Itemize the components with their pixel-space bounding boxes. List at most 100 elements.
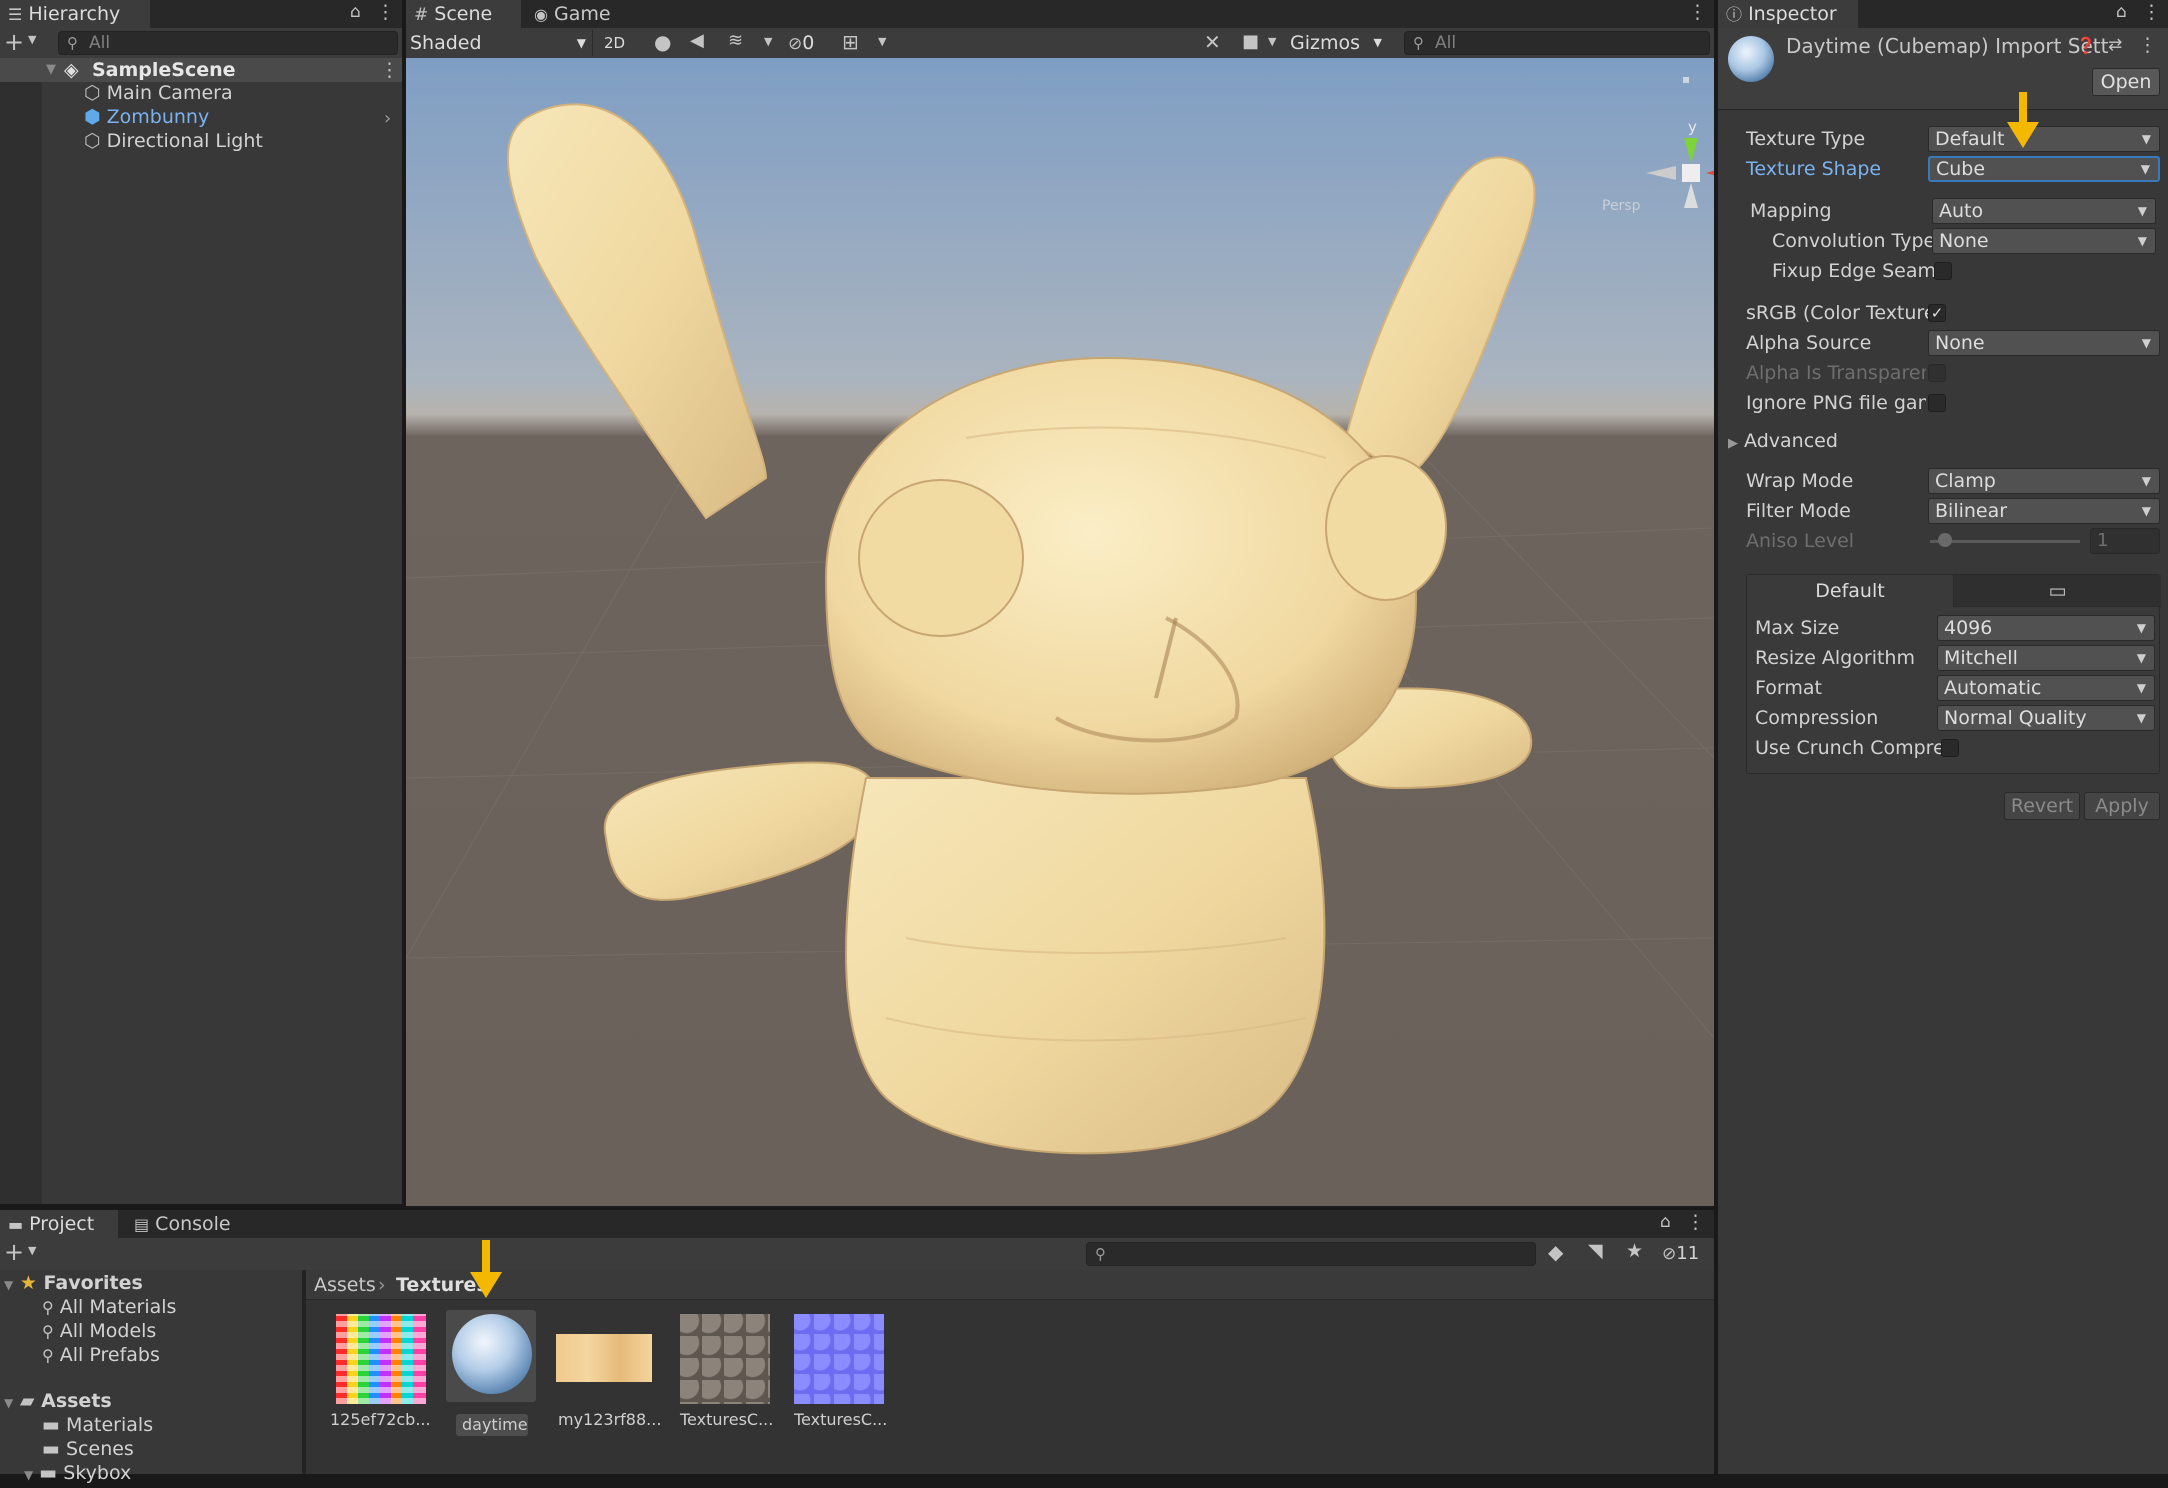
chevron-down-icon[interactable]: ▼ (1268, 35, 1276, 48)
wrap-mode-dropdown[interactable]: Clamp ▼ (1928, 468, 2160, 494)
audio-icon[interactable]: ◀ (690, 30, 704, 51)
favorites-foldout[interactable]: ▼ ★ Favorites (4, 1270, 143, 1296)
project-search-input[interactable]: ⚲ (1086, 1242, 1536, 1266)
more-options-icon[interactable]: ⋮ (1688, 1, 1707, 23)
tab-console[interactable]: ▤ Console (126, 1210, 256, 1238)
lock-icon[interactable]: ⌂ (2116, 2, 2127, 22)
tab-inspector[interactable]: ⓘ Inspector (1718, 0, 1858, 28)
alpha-source-dropdown[interactable]: None ▼ (1928, 330, 2160, 356)
texture-type-dropdown[interactable]: Default ▼ (1928, 126, 2160, 152)
resize-algorithm-dropdown[interactable]: Mitchell ▼ (1937, 645, 2155, 671)
search-by-type-icon[interactable]: ◆ (1548, 1240, 1563, 1264)
gameobject-cube-icon: ⬡ (84, 82, 101, 104)
alpha-is-transparency-checkbox[interactable] (1928, 364, 1946, 382)
compression-dropdown[interactable]: Normal Quality ▼ (1937, 705, 2155, 731)
convolution-type-dropdown[interactable]: None ▼ (1932, 228, 2156, 254)
apply-button[interactable]: Apply (2084, 792, 2160, 820)
gizmos-dropdown[interactable]: Gizmos ▼ (1290, 30, 1384, 56)
scene-search-input[interactable]: ⚲ All (1404, 31, 1710, 55)
hierarchy-tabbar: ☰ Hierarchy ⌂ ⋮ (0, 0, 402, 28)
chevron-down-icon[interactable]: ▼ (764, 35, 772, 48)
lock-icon[interactable]: ⌂ (350, 2, 361, 22)
hidden-objects-toggle[interactable]: ⊘0 (788, 30, 814, 56)
camera-icon[interactable]: ■ (1242, 31, 1259, 52)
chevron-down-icon[interactable]: ▼ (28, 1244, 36, 1257)
aniso-level-field[interactable]: 1 (2090, 528, 2160, 554)
tab-hierarchy[interactable]: ☰ Hierarchy (0, 0, 150, 28)
breadcrumb-assets[interactable]: Assets (314, 1272, 376, 1298)
more-options-icon[interactable]: ⋮ (2138, 34, 2157, 56)
favorite-item-all-prefabs[interactable]: ⚲ All Prefabs (42, 1342, 160, 1368)
eye-slash-icon: ⊘ (788, 34, 803, 54)
assets-foldout[interactable]: ▼ ▰ Assets (4, 1388, 112, 1414)
use-crunch-checkbox[interactable] (1941, 739, 1959, 757)
hierarchy-item-directional-light[interactable]: ⬡ Directional Light (84, 128, 263, 154)
lighting-bulb-icon[interactable]: ● (654, 30, 671, 54)
resize-algorithm-label: Resize Algorithm (1755, 647, 1915, 669)
hierarchy-item-zombunny[interactable]: ⬢ Zombunny (84, 104, 209, 130)
asset-tile[interactable]: 125ef72cb... (326, 1314, 431, 1434)
orientation-gizmo[interactable]: y x (1646, 118, 1714, 238)
favorite-star-icon[interactable]: ★ (1626, 1240, 1643, 1262)
chevron-right-icon[interactable]: › (384, 108, 391, 129)
tab-game[interactable]: ◉ Game (526, 0, 636, 28)
more-options-icon[interactable]: ⋮ (376, 1, 395, 23)
platform-tab-default[interactable]: Default (1747, 575, 1953, 607)
expand-arrow-icon[interactable]: ▼ (46, 62, 56, 77)
favorite-item-all-models[interactable]: ⚲ All Models (42, 1318, 156, 1344)
asset-name: TexturesC... (680, 1410, 774, 1429)
texture-shape-dropdown[interactable]: Cube ▼ (1928, 156, 2160, 182)
folder-materials[interactable]: ▬ Materials (42, 1412, 153, 1438)
favorite-item-all-materials[interactable]: ⚲ All Materials (42, 1294, 176, 1320)
tools-icon[interactable]: ✕ (1204, 30, 1221, 54)
asset-tile[interactable]: TexturesC... (672, 1314, 774, 1434)
effects-layers-icon[interactable]: ≋ (728, 30, 743, 51)
platform-tab-standalone[interactable]: ▭ (1953, 575, 2161, 607)
chevron-down-icon[interactable]: ▼ (878, 35, 886, 48)
ignore-png-gamma-checkbox[interactable] (1928, 394, 1946, 412)
open-button[interactable]: Open (2092, 68, 2160, 96)
scene-name: SampleScene (92, 59, 236, 81)
add-icon[interactable]: + (4, 1238, 24, 1266)
asset-tile[interactable]: my123rf88... (556, 1314, 666, 1434)
folder-scenes[interactable]: ▬ Scenes (42, 1436, 134, 1462)
gizmo-lock-icon[interactable]: ▪ (1682, 72, 1690, 86)
srgb-checkbox[interactable]: ✓ (1928, 304, 1946, 322)
asset-tile[interactable]: TexturesC... (786, 1314, 887, 1434)
more-options-icon[interactable]: ⋮ (2142, 1, 2161, 23)
mapping-dropdown[interactable]: Auto ▼ (1932, 198, 2156, 224)
presets-icon[interactable]: ⇄ (2108, 35, 2122, 55)
fixup-edge-seams-checkbox[interactable] (1934, 262, 1952, 280)
aniso-level-slider-thumb[interactable] (1938, 533, 1952, 547)
folder-skybox[interactable]: ▼ ▬ Skybox (24, 1460, 131, 1486)
search-by-label-icon[interactable]: ◥ (1588, 1240, 1603, 1262)
scene-viewport[interactable]: y x ▪ Persp (406, 58, 1714, 1206)
tab-project[interactable]: ▬ Project (0, 1210, 118, 1238)
scene-menu-icon[interactable]: ⋮ (380, 59, 399, 81)
filter-mode-dropdown[interactable]: Bilinear ▼ (1928, 498, 2160, 524)
grid-hash-icon: # (414, 5, 429, 25)
folder-icon: ▬ (42, 1438, 60, 1460)
folder-icon: ▬ (8, 1215, 24, 1234)
advanced-foldout[interactable]: ▶ Advanced (1728, 428, 1838, 454)
aniso-level-slider[interactable] (1930, 540, 2080, 543)
tab-scene[interactable]: # Scene (406, 0, 521, 28)
asset-tile-selected[interactable]: daytime (446, 1310, 540, 1440)
grid-snap-icon[interactable]: ⊞ (842, 30, 859, 54)
revert-button[interactable]: Revert (2004, 792, 2080, 820)
normal-map-thumbnail (794, 1314, 884, 1404)
hierarchy-item-main-camera[interactable]: ⬡ Main Camera (84, 80, 233, 106)
chevron-down-icon[interactable]: ▼ (28, 33, 36, 46)
more-options-icon[interactable]: ⋮ (1686, 1211, 1705, 1233)
max-size-dropdown[interactable]: 4096 ▼ (1937, 615, 2155, 641)
add-icon[interactable]: + (4, 28, 24, 56)
persp-label[interactable]: Persp (1602, 198, 1641, 214)
format-dropdown[interactable]: Automatic ▼ (1937, 675, 2155, 701)
shading-mode-dropdown[interactable]: Shaded ▼ (410, 30, 590, 56)
lock-icon[interactable]: ⌂ (1660, 1212, 1671, 1232)
scene-row[interactable]: ▼ ◈ SampleScene ⋮ (0, 58, 402, 82)
hierarchy-search-input[interactable]: ⚲ All (58, 31, 398, 55)
hidden-packages-toggle[interactable]: ⊘11 (1662, 1240, 1699, 1268)
toggle-2d-button[interactable]: 2D (592, 30, 636, 56)
help-icon[interactable]: ❓ (2076, 36, 2096, 55)
